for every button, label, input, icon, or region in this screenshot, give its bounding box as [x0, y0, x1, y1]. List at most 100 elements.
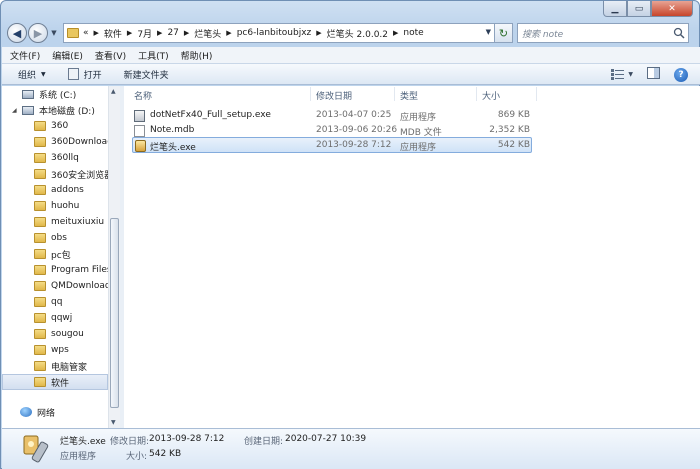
- search-icon[interactable]: [673, 27, 685, 39]
- search-input[interactable]: 搜索 note: [517, 23, 689, 43]
- navigation-pane-scrollbar[interactable]: ▲ ▼: [108, 86, 120, 428]
- folder-icon: [34, 281, 46, 291]
- preview-pane-button[interactable]: [647, 67, 660, 82]
- folder-icon: [67, 28, 79, 38]
- sidebar-item-qmdownload[interactable]: QMDownload: [2, 278, 108, 294]
- view-options-button[interactable]: ▼: [611, 69, 633, 80]
- open-label: 打开: [83, 70, 102, 81]
- chevron-right-icon[interactable]: ▶: [316, 29, 321, 37]
- sidebar-item-360downloads[interactable]: 360Downloads: [2, 134, 108, 150]
- file-size: 2,352 KB: [489, 125, 530, 135]
- sidebar-item-label: 网络: [37, 408, 56, 419]
- breadcrumb-item[interactable]: 7月: [137, 27, 152, 40]
- details-modified-label: 修改日期:: [110, 437, 150, 447]
- chevron-right-icon[interactable]: ▶: [226, 29, 231, 37]
- column-divider[interactable]: [394, 87, 395, 101]
- column-divider[interactable]: [536, 87, 537, 101]
- table-row[interactable]: dotNetFx40_Full_setup.exe 2013-04-07 0:2…: [132, 108, 532, 124]
- breadcrumb-item[interactable]: 27: [167, 28, 178, 38]
- exe-installer-icon: [134, 110, 145, 122]
- sidebar-item-360llq[interactable]: 360llq: [2, 150, 108, 166]
- view-list-icon: [611, 69, 625, 80]
- column-header-size[interactable]: 大小: [482, 89, 500, 102]
- app-exe-icon: [135, 140, 146, 152]
- table-row[interactable]: 烂笔头.exe 2013-09-28 7:12 应用程序 542 KB: [132, 137, 532, 153]
- details-pane: 烂笔头.exe 应用程序 修改日期: 2013-09-28 7:12 大小: 5…: [2, 428, 700, 469]
- sidebar-item-360[interactable]: 360: [2, 118, 108, 134]
- help-button[interactable]: ?: [674, 67, 688, 82]
- sidebar-item-360-browser[interactable]: 360安全浏览器: [2, 166, 108, 182]
- column-header-name[interactable]: 名称: [134, 89, 152, 102]
- breadcrumb-item[interactable]: note: [403, 28, 423, 38]
- expanded-triangle-icon[interactable]: ◢: [12, 107, 22, 114]
- scroll-down-icon[interactable]: ▼: [111, 419, 116, 426]
- file-type: 应用程序: [400, 143, 437, 153]
- breadcrumb-item[interactable]: 烂笔头 2.0.0.2: [327, 27, 388, 40]
- navigation-pane: 系统 (C:) ◢ 本地磁盘 (D:) 360 360Downloads 360…: [2, 86, 108, 428]
- sidebar-item-sougou[interactable]: sougou: [2, 326, 108, 342]
- file-type: 应用程序: [400, 113, 437, 123]
- recent-pages-dropdown[interactable]: ▼: [49, 29, 59, 37]
- scrollbar-thumb[interactable]: [110, 218, 119, 408]
- forward-button[interactable]: ▶: [28, 23, 48, 43]
- open-button[interactable]: 打开: [67, 68, 102, 81]
- minimize-button[interactable]: ▁: [603, 1, 627, 17]
- back-button[interactable]: ◀: [7, 23, 27, 43]
- menu-edit[interactable]: 编辑(E): [52, 49, 83, 62]
- sidebar-item-addons[interactable]: addons: [2, 182, 108, 198]
- sidebar-item-pc-bao[interactable]: pc包: [2, 246, 108, 262]
- breadcrumb-item[interactable]: 烂笔头: [194, 27, 221, 40]
- file-modified: 2013-04-07 0:25: [316, 110, 392, 120]
- sidebar-item-wps[interactable]: wps: [2, 342, 108, 358]
- organize-button[interactable]: 组织 ▼: [18, 68, 46, 81]
- sidebar-item-program-files[interactable]: Program Files: [2, 262, 108, 278]
- app-window-icon: [67, 68, 79, 80]
- search-placeholder: 搜索 note: [522, 29, 564, 40]
- refresh-icon: ↻: [498, 26, 509, 40]
- close-button[interactable]: ✕: [651, 1, 693, 17]
- scroll-up-icon[interactable]: ▲: [111, 88, 116, 95]
- address-bar[interactable]: « ▶ 软件 ▶ 7月 ▶ 27 ▶ 烂笔头 ▶ pc6-lanbitoubjx…: [63, 23, 495, 43]
- organize-label: 组织: [18, 70, 37, 81]
- sidebar-item-label: 本地磁盘 (D:): [39, 106, 95, 117]
- sidebar-item-label: qqwj: [51, 313, 73, 323]
- folder-icon: [34, 313, 46, 323]
- sidebar-item-drive-d[interactable]: ◢ 本地磁盘 (D:): [2, 102, 108, 118]
- menu-tools[interactable]: 工具(T): [138, 49, 169, 62]
- chevron-right-icon[interactable]: ▶: [184, 29, 189, 37]
- details-file-kind: 应用程序: [60, 452, 97, 462]
- sidebar-item-drive-c[interactable]: 系统 (C:): [2, 86, 108, 102]
- menu-help[interactable]: 帮助(H): [181, 49, 213, 62]
- column-header-modified[interactable]: 修改日期: [316, 89, 352, 102]
- chevron-right-icon[interactable]: ▶: [127, 29, 132, 37]
- chevron-right-icon[interactable]: ▶: [157, 29, 162, 37]
- folder-icon: [34, 201, 46, 211]
- explorer-window: ▁ ▭ ✕ ◀ ▶ ▼ « ▶ 软件 ▶ 7月 ▶ 27 ▶ 烂笔头 ▶ pc6…: [0, 0, 700, 469]
- chevron-right-icon[interactable]: ▶: [393, 29, 398, 37]
- sidebar-item-software[interactable]: 软件: [2, 374, 108, 390]
- column-header-type[interactable]: 类型: [400, 89, 418, 102]
- sidebar-item-label: obs: [51, 233, 67, 243]
- sidebar-item-label: 360: [51, 121, 69, 131]
- sidebar-item-qqwj[interactable]: qqwj: [2, 310, 108, 326]
- chevron-right-icon[interactable]: ▶: [94, 29, 99, 37]
- sidebar-item-pc-manager[interactable]: 电脑管家: [2, 358, 108, 374]
- file-name: 烂笔头.exe: [150, 143, 196, 153]
- column-divider[interactable]: [310, 87, 311, 101]
- menu-file[interactable]: 文件(F): [10, 49, 40, 62]
- sidebar-item-obs[interactable]: obs: [2, 230, 108, 246]
- new-folder-button[interactable]: 新建文件夹: [124, 68, 169, 81]
- address-dropdown-icon[interactable]: ▼: [486, 28, 491, 36]
- maximize-button[interactable]: ▭: [627, 1, 651, 17]
- breadcrumb-item[interactable]: pc6-lanbitoubjxz: [237, 28, 312, 38]
- folder-icon: [34, 377, 46, 387]
- sidebar-item-qq[interactable]: qq: [2, 294, 108, 310]
- menu-view[interactable]: 查看(V): [95, 49, 126, 62]
- column-divider[interactable]: [476, 87, 477, 101]
- breadcrumb-item[interactable]: 软件: [104, 27, 122, 40]
- sidebar-item-network[interactable]: 网络: [2, 404, 108, 420]
- sidebar-item-meituxiuxiu[interactable]: meituxiuxiu: [2, 214, 108, 230]
- sidebar-item-huohu[interactable]: huohu: [2, 198, 108, 214]
- breadcrumb-overflow[interactable]: «: [83, 28, 89, 38]
- refresh-button[interactable]: ↻: [495, 23, 513, 43]
